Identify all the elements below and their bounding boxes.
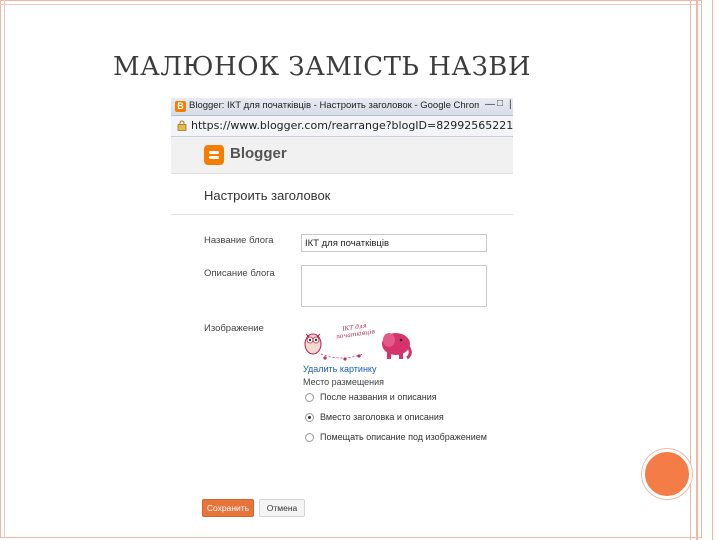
radio-button[interactable] [305, 433, 314, 442]
window-edge: | [509, 99, 512, 110]
minimize-button[interactable]: — [485, 99, 495, 110]
frame-rule-left [4, 0, 5, 538]
radio-label: Вместо заголовка и описания [320, 412, 444, 422]
frame-rule-right-1 [690, 0, 691, 540]
radio-button[interactable] [305, 393, 314, 402]
page-heading: Настроить заголовок [204, 188, 331, 203]
frame-rule-top [0, 4, 702, 5]
address-bar[interactable]: https://www.blogger.com/rearrange?blogID… [171, 116, 513, 137]
frame-rule-right-2 [696, 0, 698, 540]
cancel-button[interactable]: Отмена [259, 499, 305, 517]
divider [171, 214, 513, 215]
browser-screenshot: B Blogger: ІКТ для початківців - Настрои… [171, 98, 513, 520]
url-text[interactable]: https://www.blogger.com/rearrange?blogID… [191, 119, 513, 132]
slide-title: МАЛЮНОК ЗАМІСТЬ НАЗВИ [113, 52, 532, 82]
brand-name[interactable]: Blogger [230, 145, 287, 162]
remove-image-link[interactable]: Удалить картинку [303, 364, 376, 374]
radio-button-selected[interactable] [305, 413, 314, 422]
save-button[interactable]: Сохранить [202, 499, 254, 517]
decorative-circle [642, 449, 692, 499]
radio-label: Помещать описание под изображением [320, 432, 487, 442]
browser-titlebar: B Blogger: ІКТ для початківців - Настрои… [171, 98, 513, 116]
blogger-logo-icon[interactable] [204, 145, 224, 165]
blog-name-label: Название блога [204, 235, 274, 246]
maximize-button[interactable]: □ [497, 98, 503, 109]
description-textarea[interactable] [301, 265, 487, 307]
blog-name-field[interactable] [301, 234, 487, 252]
radio-label: После названия и описания [320, 392, 437, 402]
blogger-header: Blogger [171, 137, 513, 174]
placement-label: Место размещения [303, 377, 385, 387]
image-label: Изображение [204, 323, 264, 334]
window-title: Blogger: ІКТ для початківців - Настроить… [189, 100, 479, 111]
lock-icon [177, 120, 187, 131]
frame-rule-right-3 [712, 0, 713, 540]
blogger-icon: B [175, 101, 186, 112]
description-label: Описание блога [204, 268, 275, 279]
